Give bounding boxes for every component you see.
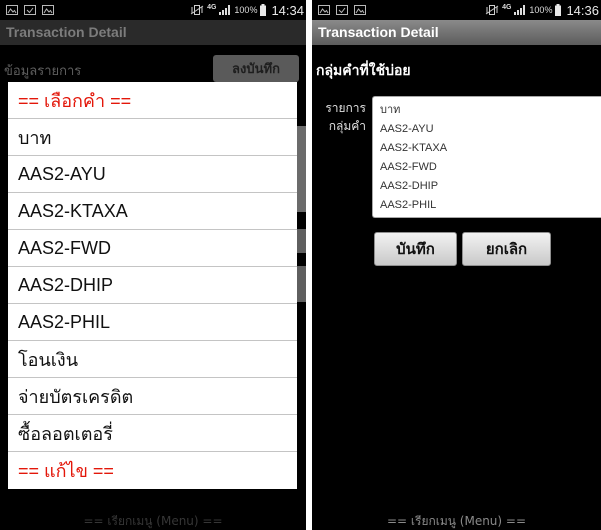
battery-percent: 100% bbox=[529, 5, 553, 15]
dialog-item[interactable]: โอนเงิน bbox=[8, 341, 297, 378]
status-bar: 4G 100% 14:34 bbox=[0, 0, 306, 20]
dialog-item[interactable]: AAS2-PHIL bbox=[8, 304, 297, 341]
dialog-item-select-word-header[interactable]: == เลือกคำ == bbox=[8, 82, 297, 119]
status-bar: 4G 100% 14:36 bbox=[312, 0, 601, 20]
textarea-line: AAS2-FWD bbox=[380, 161, 437, 173]
record-button: ลงบันทึก bbox=[213, 55, 299, 82]
signal-icon bbox=[219, 5, 231, 15]
dialog-item-edit[interactable]: == แก้ไข == bbox=[8, 452, 297, 489]
word-group-textarea[interactable]: บาท AAS2-AYU AAS2-KTAXA AAS2-FWD AAS2-DH… bbox=[372, 96, 601, 218]
dialog-item[interactable]: AAS2-AYU bbox=[8, 156, 297, 193]
notification-icons bbox=[318, 5, 366, 15]
notification-icons bbox=[6, 5, 54, 15]
page-heading: กลุ่มคำที่ใช้บ่อย bbox=[316, 63, 411, 79]
vibrate-icon bbox=[485, 5, 499, 15]
textarea-line: AAS2-DHIP bbox=[380, 180, 439, 192]
cancel-button[interactable]: ยกเลิก bbox=[462, 232, 551, 266]
dialog-item[interactable]: AAS2-KTAXA bbox=[8, 193, 297, 230]
title-bar: Transaction Detail bbox=[0, 20, 306, 45]
network-type: 4G bbox=[502, 4, 512, 11]
textarea-line: AAS2-PHIL bbox=[380, 199, 437, 211]
right-phone-screen: 4G 100% 14:36 Transaction Detail กลุ่มคำ… bbox=[312, 0, 601, 530]
system-status: 4G 100% 14:34 bbox=[190, 3, 304, 18]
dialog-item[interactable]: ซื้อลอตเตอรี่ bbox=[8, 415, 297, 452]
battery-percent: 100% bbox=[234, 5, 258, 15]
signal-icon bbox=[514, 5, 526, 15]
section-label: ข้อมูลรายการ bbox=[4, 64, 82, 79]
download-done-icon bbox=[336, 5, 348, 15]
save-button[interactable]: บันทึก bbox=[374, 232, 457, 266]
word-group-label-line1: รายการ bbox=[325, 101, 366, 115]
textarea-line: บาท bbox=[380, 104, 401, 116]
system-status: 4G 100% 14:36 bbox=[485, 3, 599, 18]
dialog-item[interactable]: จ่ายบัตรเครดิต bbox=[8, 378, 297, 415]
dialog-item[interactable]: บาท bbox=[8, 119, 297, 156]
menu-hint: == เรียกเมนู (Menu) == bbox=[83, 514, 223, 528]
image-icon bbox=[42, 5, 54, 15]
image-icon bbox=[6, 5, 18, 15]
download-done-icon bbox=[24, 5, 36, 15]
title-bar: Transaction Detail bbox=[312, 20, 601, 45]
status-time: 14:36 bbox=[566, 2, 599, 18]
battery-icon bbox=[260, 4, 267, 16]
image-icon bbox=[318, 5, 330, 15]
word-group-label-line2: กลุ่มคำ bbox=[328, 119, 366, 133]
network-type: 4G bbox=[207, 4, 217, 11]
textarea-line: AAS2-KTAXA bbox=[380, 142, 448, 154]
status-time: 14:34 bbox=[271, 2, 304, 18]
battery-icon bbox=[555, 4, 562, 16]
dialog-item[interactable]: AAS2-FWD bbox=[8, 230, 297, 267]
dialog-item[interactable]: AAS2-DHIP bbox=[8, 267, 297, 304]
image-icon bbox=[354, 5, 366, 15]
textarea-line: AAS2-AYU bbox=[380, 123, 434, 135]
left-phone-screen: 4G 100% 14:34 Transaction Detail ข้อมูลร… bbox=[0, 0, 306, 530]
word-group-label: รายการ กลุ่มคำ bbox=[314, 99, 366, 135]
menu-hint: == เรียกเมนู (Menu) == bbox=[386, 514, 527, 528]
word-picker-dialog: == เลือกคำ == บาท AAS2-AYU AAS2-KTAXA AA… bbox=[8, 82, 297, 489]
vibrate-icon bbox=[190, 5, 204, 15]
